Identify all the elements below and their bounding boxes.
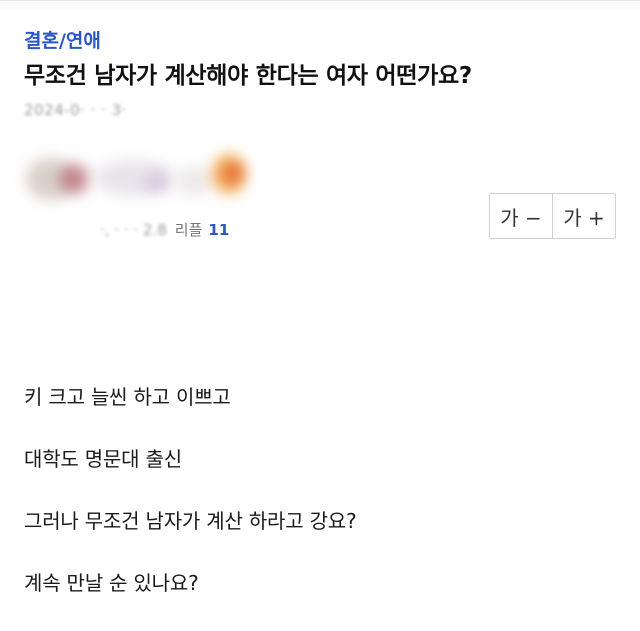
view-count: ·, · · · 2.8 xyxy=(100,221,167,239)
post-date: 2024-0· · · 3· xyxy=(24,101,128,119)
font-increase-button[interactable]: 가 + xyxy=(552,194,615,238)
font-size-controls: 가 − 가 + xyxy=(489,193,616,239)
body-line: 계속 만날 순 있나요? xyxy=(24,571,199,595)
post-stats: ·, · · · 2.8 리플 11 xyxy=(100,219,229,240)
article-title: 무조건 남자가 계산해야 한다는 여자 어떤가요? xyxy=(24,63,472,89)
article-body: 키 크고 늘씬 하고 이쁘고 대학도 명문대 출신 그러나 무조건 남자가 계산… xyxy=(24,383,357,631)
top-border xyxy=(0,0,640,9)
category-link[interactable]: 결혼/연애 xyxy=(24,26,101,53)
body-line: 그러나 무조건 남자가 계산 하라고 강요? xyxy=(24,509,357,533)
font-decrease-button[interactable]: 가 − xyxy=(490,194,552,238)
author-redacted xyxy=(24,150,254,205)
replies-count[interactable]: 11 xyxy=(208,221,229,239)
body-line: 대학도 명문대 출신 xyxy=(24,447,182,471)
body-line: 키 크고 늘씬 하고 이쁘고 xyxy=(24,385,231,409)
replies-label: 리플 xyxy=(174,221,203,239)
